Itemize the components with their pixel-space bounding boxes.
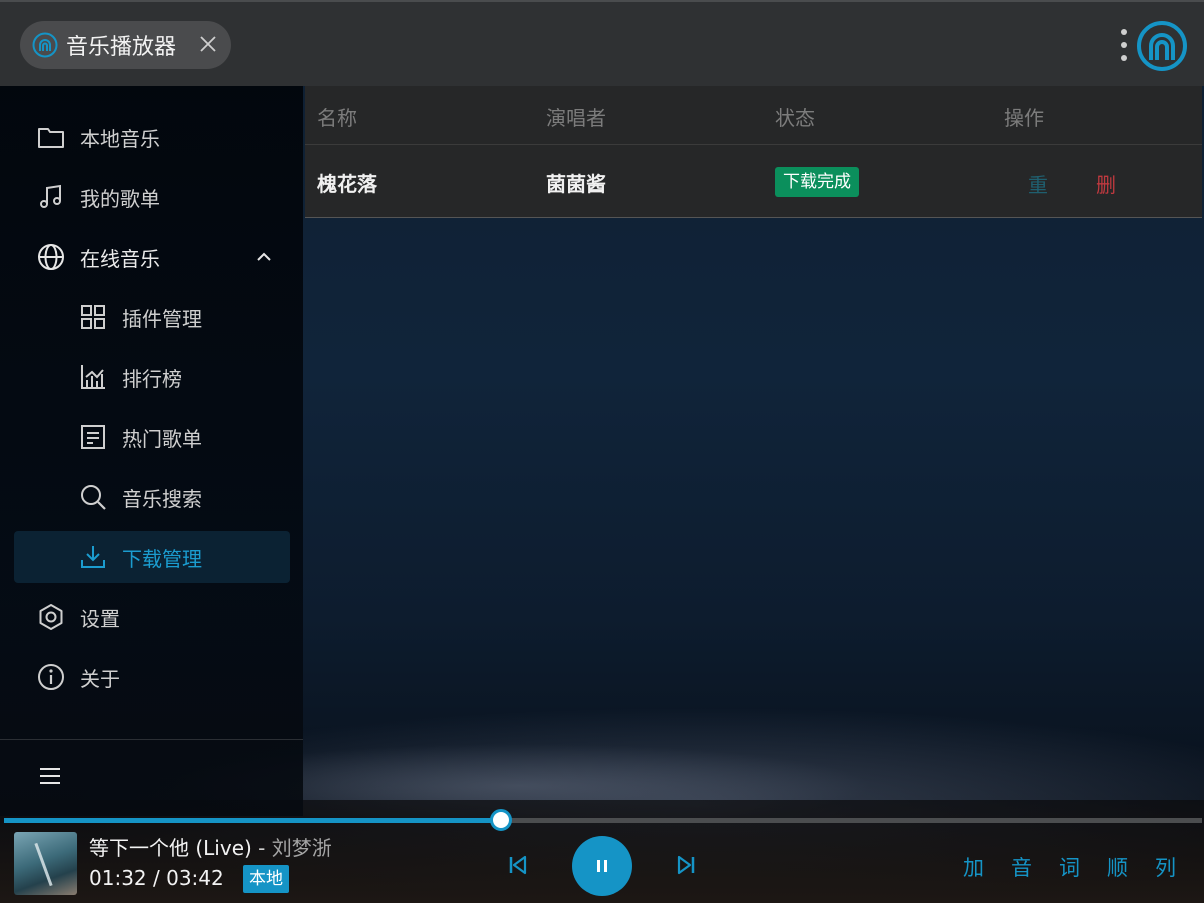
sidebar-item-download-manager[interactable]: 下载管理 <box>14 531 290 583</box>
delete-button[interactable]: 删 <box>1096 169 1116 198</box>
settings-hexagon-icon <box>39 604 63 630</box>
column-header-actions: 操作 <box>1004 106 1044 130</box>
sidebar-item-charts[interactable]: 排行榜 <box>14 351 290 403</box>
sidebar-item-online-music[interactable]: 在线音乐 <box>14 231 290 283</box>
window-tab[interactable]: 音乐播放器 <box>20 21 231 69</box>
table-header: 名称 演唱者 状态 操作 <box>305 86 1202 145</box>
folder-icon <box>38 128 64 148</box>
title-separator: - <box>251 836 272 860</box>
sidebar-item-hot-playlists[interactable]: 热门歌单 <box>14 411 290 463</box>
sidebar-item-label: 热门歌单 <box>122 426 202 451</box>
sidebar-divider <box>0 739 303 740</box>
sidebar: 本地音乐 我的歌单 在线音乐 插件管理 排行榜 热门歌单 音乐搜索 下载管理 设… <box>0 86 303 816</box>
menu-hamburger-icon[interactable] <box>38 766 62 786</box>
sidebar-item-label: 排行榜 <box>122 366 182 391</box>
volume-button[interactable]: 音 <box>1011 852 1032 882</box>
app-window: 音乐播放器 本地音乐 我的歌单 在线音乐 插件管理 排行榜 热门歌单 音乐搜索 … <box>0 0 1204 903</box>
pause-icon <box>597 860 607 872</box>
now-playing-info: 等下一个他 (Live) - 刘梦浙 <box>89 832 332 861</box>
window-title: 音乐播放器 <box>66 35 177 60</box>
app-logo-icon <box>32 32 58 58</box>
column-header-artist: 演唱者 <box>546 106 606 130</box>
sidebar-item-plugins[interactable]: 插件管理 <box>14 291 290 343</box>
more-vertical-icon[interactable] <box>1116 28 1132 62</box>
retry-button[interactable]: 重 <box>1028 169 1048 198</box>
add-to-playlist-button[interactable]: 加 <box>963 852 984 882</box>
playback-progress-bar[interactable] <box>4 809 1202 831</box>
search-icon <box>81 485 106 510</box>
progress-fill <box>4 818 502 823</box>
progress-knob[interactable] <box>490 809 513 831</box>
sidebar-item-label: 下载管理 <box>122 546 202 571</box>
grid-icon <box>81 305 105 329</box>
song-name-cell: 槐花落 <box>317 172 377 196</box>
sidebar-item-label: 设置 <box>80 606 120 631</box>
sidebar-item-label: 音乐搜索 <box>122 486 202 511</box>
bar-chart-icon <box>81 365 105 389</box>
column-header-status: 状态 <box>775 106 815 130</box>
play-order-button[interactable]: 顺 <box>1107 852 1128 882</box>
cover-art-detail <box>34 842 53 887</box>
sidebar-item-my-playlists[interactable]: 我的歌单 <box>14 171 290 223</box>
playback-time: 01:32 / 03:42 <box>89 866 224 890</box>
playlist-icon <box>81 425 105 449</box>
song-artist: 刘梦浙 <box>271 836 332 860</box>
column-header-name: 名称 <box>317 106 357 130</box>
sidebar-item-label: 在线音乐 <box>80 246 160 271</box>
previous-track-icon[interactable] <box>506 853 530 877</box>
lyrics-button[interactable]: 词 <box>1059 852 1080 882</box>
album-cover[interactable] <box>14 832 77 895</box>
sidebar-item-label: 插件管理 <box>122 306 202 331</box>
table-row: 槐花落 菌菌酱 下载完成 重 删 <box>305 145 1202 218</box>
next-track-icon[interactable] <box>674 853 698 877</box>
music-note-icon <box>40 184 61 208</box>
close-icon[interactable] <box>197 33 219 55</box>
sidebar-item-label: 我的歌单 <box>80 186 160 211</box>
title-bar: 音乐播放器 <box>0 0 1204 86</box>
download-table: 名称 演唱者 状态 操作 槐花落 菌菌酱 下载完成 重 删 <box>305 86 1202 218</box>
queue-list-button[interactable]: 列 <box>1155 852 1176 882</box>
chevron-up-icon[interactable] <box>254 247 274 267</box>
info-icon <box>38 664 64 690</box>
download-icon <box>81 546 105 568</box>
globe-icon <box>38 244 64 270</box>
brand-logo-icon <box>1137 21 1187 71</box>
status-badge: 下载完成 <box>775 167 859 197</box>
sidebar-item-label: 本地音乐 <box>80 126 160 151</box>
song-title: 等下一个他 (Live) <box>89 836 252 860</box>
sidebar-item-about[interactable]: 关于 <box>14 651 290 703</box>
artist-cell: 菌菌酱 <box>546 172 606 196</box>
sidebar-item-settings[interactable]: 设置 <box>14 591 290 643</box>
sidebar-item-label: 关于 <box>80 666 120 691</box>
source-badge: 本地 <box>243 865 289 893</box>
sidebar-item-local-music[interactable]: 本地音乐 <box>14 111 290 163</box>
sidebar-item-music-search[interactable]: 音乐搜索 <box>14 471 290 523</box>
play-pause-button[interactable] <box>572 836 632 896</box>
